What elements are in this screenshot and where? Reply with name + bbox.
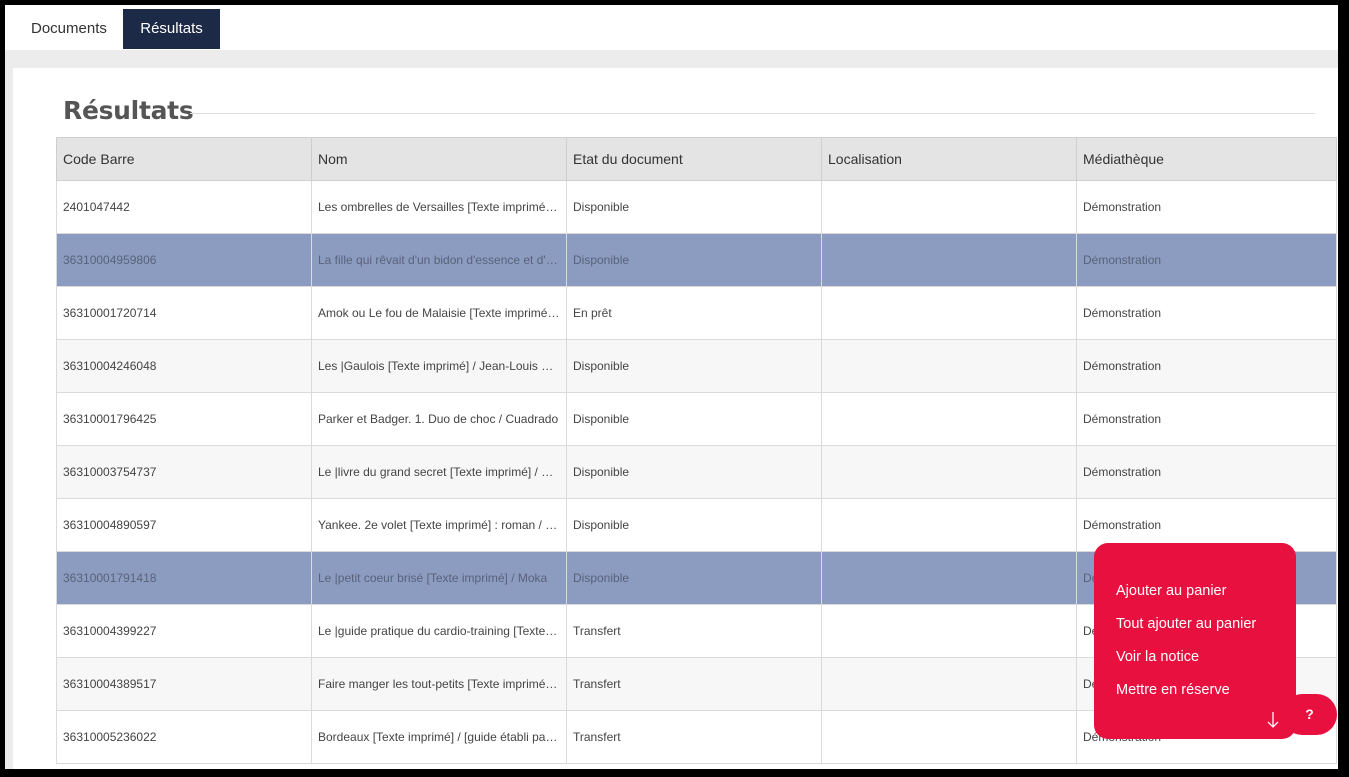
cell-code-barre: 36310001720714 — [56, 286, 312, 340]
cell-nom: Bordeaux [Texte imprimé] / [guide établi… — [311, 710, 567, 764]
cell-etat: Disponible — [566, 445, 822, 499]
cell-localisation — [821, 710, 1077, 764]
cell-nom: Le |guide pratique du cardio-training [T… — [311, 604, 567, 658]
cell-etat: Disponible — [566, 551, 822, 605]
cell-nom: Le |petit coeur brisé [Texte imprimé] / … — [311, 551, 567, 605]
menu-item-reserve[interactable]: Mettre en réserve — [1116, 682, 1230, 698]
cell-code-barre: 36310004890597 — [56, 498, 312, 552]
cell-localisation — [821, 392, 1077, 446]
cell-nom: Amok ou Le fou de Malaisie [Texte imprim… — [311, 286, 567, 340]
cell-nom: Yankee. 2e volet [Texte imprimé] : roman… — [311, 498, 567, 552]
page-title: Résultats — [63, 96, 194, 125]
cell-mediatheque: Démonstration — [1076, 445, 1337, 499]
cell-nom: Le |livre du grand secret [Texte imprimé… — [311, 445, 567, 499]
cell-mediatheque: Démonstration — [1076, 339, 1337, 393]
cell-mediatheque: Démonstration — [1076, 286, 1337, 340]
table-header-row: Code Barre Nom Etat du document Localisa… — [56, 137, 1337, 181]
cell-localisation — [821, 339, 1077, 393]
cell-etat: En prêt — [566, 286, 822, 340]
column-header-etat[interactable]: Etat du document — [566, 137, 822, 181]
heading-divider — [190, 113, 1315, 114]
cell-code-barre: 36310004389517 — [56, 657, 312, 711]
cell-localisation — [821, 657, 1077, 711]
cell-code-barre: 36310001791418 — [56, 551, 312, 605]
column-header-code[interactable]: Code Barre — [56, 137, 312, 181]
cell-localisation — [821, 498, 1077, 552]
help-button[interactable]: ? — [1282, 694, 1337, 735]
cell-localisation — [821, 551, 1077, 605]
menu-item-view-notice[interactable]: Voir la notice — [1116, 649, 1199, 665]
column-header-localisation[interactable]: Localisation — [821, 137, 1077, 181]
context-menu: Ajouter au panier Tout ajouter au panier… — [1094, 543, 1296, 739]
table-row[interactable]: 36310001720714 Amok ou Le fou de Malaisie… — [56, 286, 1337, 340]
cell-etat: Disponible — [566, 339, 822, 393]
cell-mediatheque: Démonstration — [1076, 180, 1337, 234]
cell-nom: Parker et Badger. 1. Duo de choc / Cuadr… — [311, 392, 567, 446]
tab-documents[interactable]: Documents — [13, 9, 125, 49]
cell-nom: Les ombrelles de Versailles [Texte impri… — [311, 180, 567, 234]
cell-nom: Les |Gaulois [Texte imprimé] / Jean-Loui… — [311, 339, 567, 393]
column-header-mediatheque[interactable]: Médiathèque — [1076, 137, 1337, 181]
cell-localisation — [821, 445, 1077, 499]
table-row[interactable]: 36310003754737 Le |livre du grand secret … — [56, 445, 1337, 499]
tab-bar: Documents Résultats — [5, 5, 1338, 50]
app-frame: Documents Résultats Résultats Code Barre… — [5, 5, 1338, 769]
cell-etat: Transfert — [566, 710, 822, 764]
cell-code-barre: 36310004959806 — [56, 233, 312, 287]
cell-mediatheque: Démonstration — [1076, 233, 1337, 287]
cell-localisation — [821, 604, 1077, 658]
menu-item-add-all-to-cart[interactable]: Tout ajouter au panier — [1116, 616, 1256, 632]
cell-etat: Disponible — [566, 392, 822, 446]
cell-localisation — [821, 286, 1077, 340]
table-row[interactable]: 2401047442 Les ombrelles de Versailles [T… — [56, 180, 1337, 234]
cell-code-barre: 36310004399227 — [56, 604, 312, 658]
cell-code-barre: 2401047442 — [56, 180, 312, 234]
cell-code-barre: 36310005236022 — [56, 710, 312, 764]
menu-item-add-to-cart[interactable]: Ajouter au panier — [1116, 583, 1226, 599]
cell-localisation — [821, 180, 1077, 234]
cell-etat: Disponible — [566, 233, 822, 287]
table-row[interactable]: 36310004959806 La fille qui rêvait d'un b… — [56, 233, 1337, 287]
cell-etat: Disponible — [566, 498, 822, 552]
cell-code-barre: 36310003754737 — [56, 445, 312, 499]
column-header-nom[interactable]: Nom — [311, 137, 567, 181]
cell-nom: Faire manger les tout-petits [Texte impr… — [311, 657, 567, 711]
cell-etat: Disponible — [566, 180, 822, 234]
cell-etat: Transfert — [566, 657, 822, 711]
cell-localisation — [821, 233, 1077, 287]
cell-etat: Transfert — [566, 604, 822, 658]
cell-code-barre: 36310004246048 — [56, 339, 312, 393]
cell-code-barre: 36310001796425 — [56, 392, 312, 446]
table-row[interactable]: 36310001796425 Parker et Badger. 1. Duo d… — [56, 392, 1337, 446]
table-row[interactable]: 36310004246048 Les |Gaulois [Texte imprim… — [56, 339, 1337, 393]
arrow-down-icon[interactable] — [1266, 710, 1280, 730]
tab-resultats[interactable]: Résultats — [123, 9, 220, 49]
cell-nom: La fille qui rêvait d'un bidon d'essence… — [311, 233, 567, 287]
cell-mediatheque: Démonstration — [1076, 392, 1337, 446]
